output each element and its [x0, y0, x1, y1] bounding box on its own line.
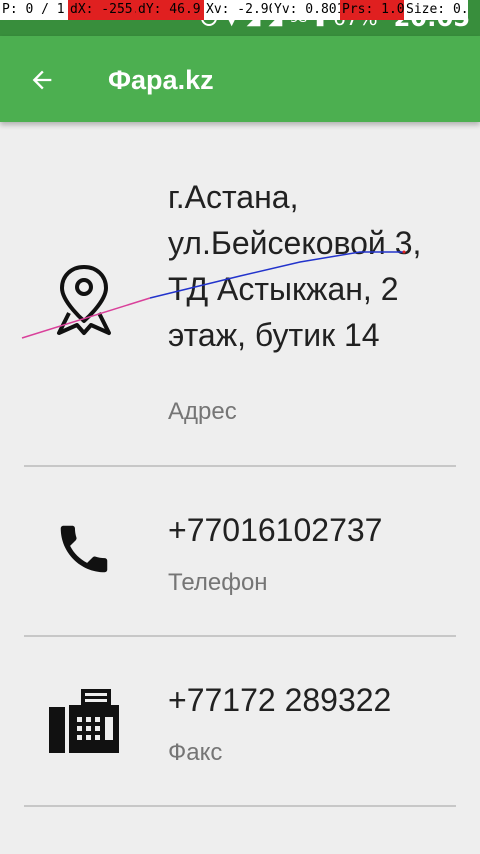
address-value: г.Астана, ул.Бейсековой 3, ТД Астыкжан, … [168, 179, 422, 353]
pointer-yv: Yv: 0.801 [272, 0, 340, 20]
phone-label: Телефон [168, 569, 268, 596]
pointer-size: Size: 0.0 [404, 0, 468, 20]
pointer-xv: Xv: -2.901 [204, 0, 272, 20]
address-label: Адрес [168, 398, 237, 425]
app-title: Фара.kz [108, 65, 214, 95]
fax-value: +77172 289322 [168, 682, 392, 718]
fax-label: Факс [168, 739, 223, 766]
divider [24, 805, 456, 807]
contacts-screen: ▼ ◢ ◢ 3G ▮ 67% 20:05 P: 0 / 1 dX: -255.5… [0, 0, 480, 854]
fax-row[interactable]: +77172 289322 Факс [0, 637, 480, 805]
phone-row[interactable]: +77016102737 Телефон [0, 467, 480, 635]
address-row[interactable]: г.Астана, ул.Бейсековой 3, ТД Астыкжан, … [0, 122, 480, 466]
pointer-pressure: Prs: 1.0 [340, 0, 404, 20]
phone-value: +77016102737 [168, 512, 383, 548]
pointer-dy: dY: 46.9 [136, 0, 204, 20]
back-button[interactable] [20, 58, 64, 102]
arrow-back-icon [32, 70, 52, 90]
app-bar: Фара.kz [0, 36, 480, 122]
pointer-dx: dX: -255.5 [68, 0, 136, 20]
map-pin-icon [44, 260, 124, 340]
phone-icon [44, 509, 124, 589]
fax-icon [44, 681, 124, 761]
pointer-count: P: 0 / 1 [0, 0, 68, 20]
pointer-location-overlay: P: 0 / 1 dX: -255.5 dY: 46.9 Xv: -2.901 … [0, 0, 480, 20]
